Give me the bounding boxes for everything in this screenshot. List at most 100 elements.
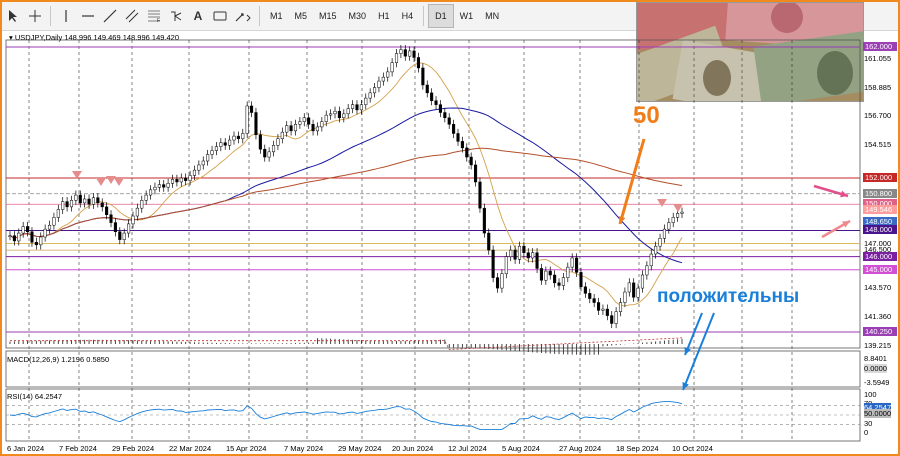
timeframe-h4[interactable]: H4 [396, 5, 420, 27]
candle-body [627, 282, 631, 293]
candle-body [553, 274, 557, 284]
candle-body [614, 311, 618, 324]
candle-body [43, 228, 47, 238]
rsi-label: 100 [864, 390, 877, 399]
text-icon[interactable]: A [187, 5, 209, 27]
candle-body [438, 104, 442, 113]
horizontal-line-icon[interactable] [77, 5, 99, 27]
date-label: 5 Aug 2024 [502, 444, 540, 453]
candle-body [17, 232, 21, 242]
price-label: 154.515 [864, 140, 892, 150]
price-label: 141.360 [864, 312, 892, 322]
candle-body [676, 213, 680, 218]
candle-body [482, 207, 486, 234]
candle-body [228, 139, 232, 146]
timeframe-m5[interactable]: M5 [289, 5, 314, 27]
timeframe-w1[interactable]: W1 [454, 5, 480, 27]
candle-body [416, 57, 421, 69]
timeframe-m30[interactable]: M30 [343, 5, 373, 27]
candle-body [671, 217, 675, 223]
chart-header: ▾ USDJPY,Daily 148.996 149.469 148.996 1… [9, 33, 180, 42]
candle-body [135, 207, 139, 217]
candle-body [271, 145, 276, 153]
candle-body [192, 169, 197, 176]
candle-body [105, 206, 109, 215]
candle-body [52, 217, 56, 226]
timeframe-group: M1 M5 M15 M30 H1 H4 D1 W1 MN [264, 4, 505, 28]
date-label: 27 Aug 2024 [559, 444, 602, 453]
candle-body [267, 151, 271, 158]
candle-body [575, 257, 579, 273]
candle-body [447, 117, 451, 125]
candle-body [548, 270, 552, 276]
candle-body [184, 177, 188, 181]
candle-body [144, 194, 148, 201]
candle-body [289, 125, 293, 132]
candle-body [601, 308, 605, 311]
candle-body [680, 211, 684, 214]
candle-body [342, 113, 346, 119]
price-label: 156.700 [864, 111, 892, 121]
price-tag: 162.000 [863, 42, 897, 51]
candle-body [443, 112, 447, 119]
candle-body [30, 231, 34, 243]
timeframe-mn[interactable]: MN [479, 5, 505, 27]
label-icon[interactable] [209, 5, 231, 27]
candle-body [109, 214, 113, 223]
arrows-icon[interactable] [231, 5, 255, 27]
chart-area [5, 39, 861, 442]
ma-50-line [9, 107, 683, 264]
candle-body [430, 92, 434, 101]
candle-body [412, 50, 416, 58]
candle-body [315, 126, 320, 132]
toolbar-divider [259, 6, 260, 26]
rsi-header: RSI(14) 64.2547 [7, 392, 63, 401]
candle-body [65, 201, 69, 208]
timeframe-h1[interactable]: H1 [372, 5, 396, 27]
candle-body [649, 253, 653, 267]
timeframe-m1[interactable]: M1 [264, 5, 289, 27]
candle-body [74, 194, 78, 201]
candle-body [100, 202, 104, 208]
candle-body [47, 224, 52, 230]
candle-body [276, 138, 280, 146]
candle-body [329, 113, 333, 116]
candle-body [26, 226, 30, 233]
macd-pane [9, 337, 683, 355]
candle-body [83, 198, 87, 204]
date-label: 15 Apr 2024 [226, 444, 267, 453]
timeframe-d1[interactable]: D1 [428, 4, 454, 28]
svg-text:F: F [157, 18, 160, 23]
timeframe-m15[interactable]: M15 [313, 5, 343, 27]
date-label: 29 Feb 2024 [112, 444, 155, 453]
shapes-icon[interactable] [165, 5, 187, 27]
candle-body [526, 252, 530, 259]
rsi-label: 30 [864, 419, 873, 428]
candle-body [113, 222, 117, 233]
candle-body [495, 277, 500, 289]
vertical-line-icon[interactable] [55, 5, 77, 27]
candle-body [460, 141, 464, 149]
price-tag: 140.250 [863, 327, 897, 336]
fibonacci-icon[interactable]: F [143, 5, 165, 27]
candle-body [645, 265, 649, 276]
trendline-icon[interactable] [99, 5, 121, 27]
candle-body [456, 133, 460, 142]
candle-body [421, 67, 425, 86]
candle-body [377, 80, 381, 88]
candle-body [474, 164, 478, 183]
date-label: 18 Sep 2024 [616, 444, 659, 453]
candle-body [337, 110, 341, 119]
cursor-icon[interactable] [2, 5, 24, 27]
candle-body [96, 197, 100, 204]
candle-body [500, 273, 504, 289]
candle-body [179, 177, 183, 183]
channel-icon[interactable] [121, 5, 143, 27]
candle-body [364, 97, 368, 105]
crosshair-icon[interactable] [24, 5, 46, 27]
price-label: 139.215 [864, 340, 892, 350]
date-label: 29 May 2024 [338, 444, 382, 453]
candle-body [434, 100, 438, 105]
toolbar-divider [50, 6, 51, 26]
candle-body [592, 298, 596, 303]
